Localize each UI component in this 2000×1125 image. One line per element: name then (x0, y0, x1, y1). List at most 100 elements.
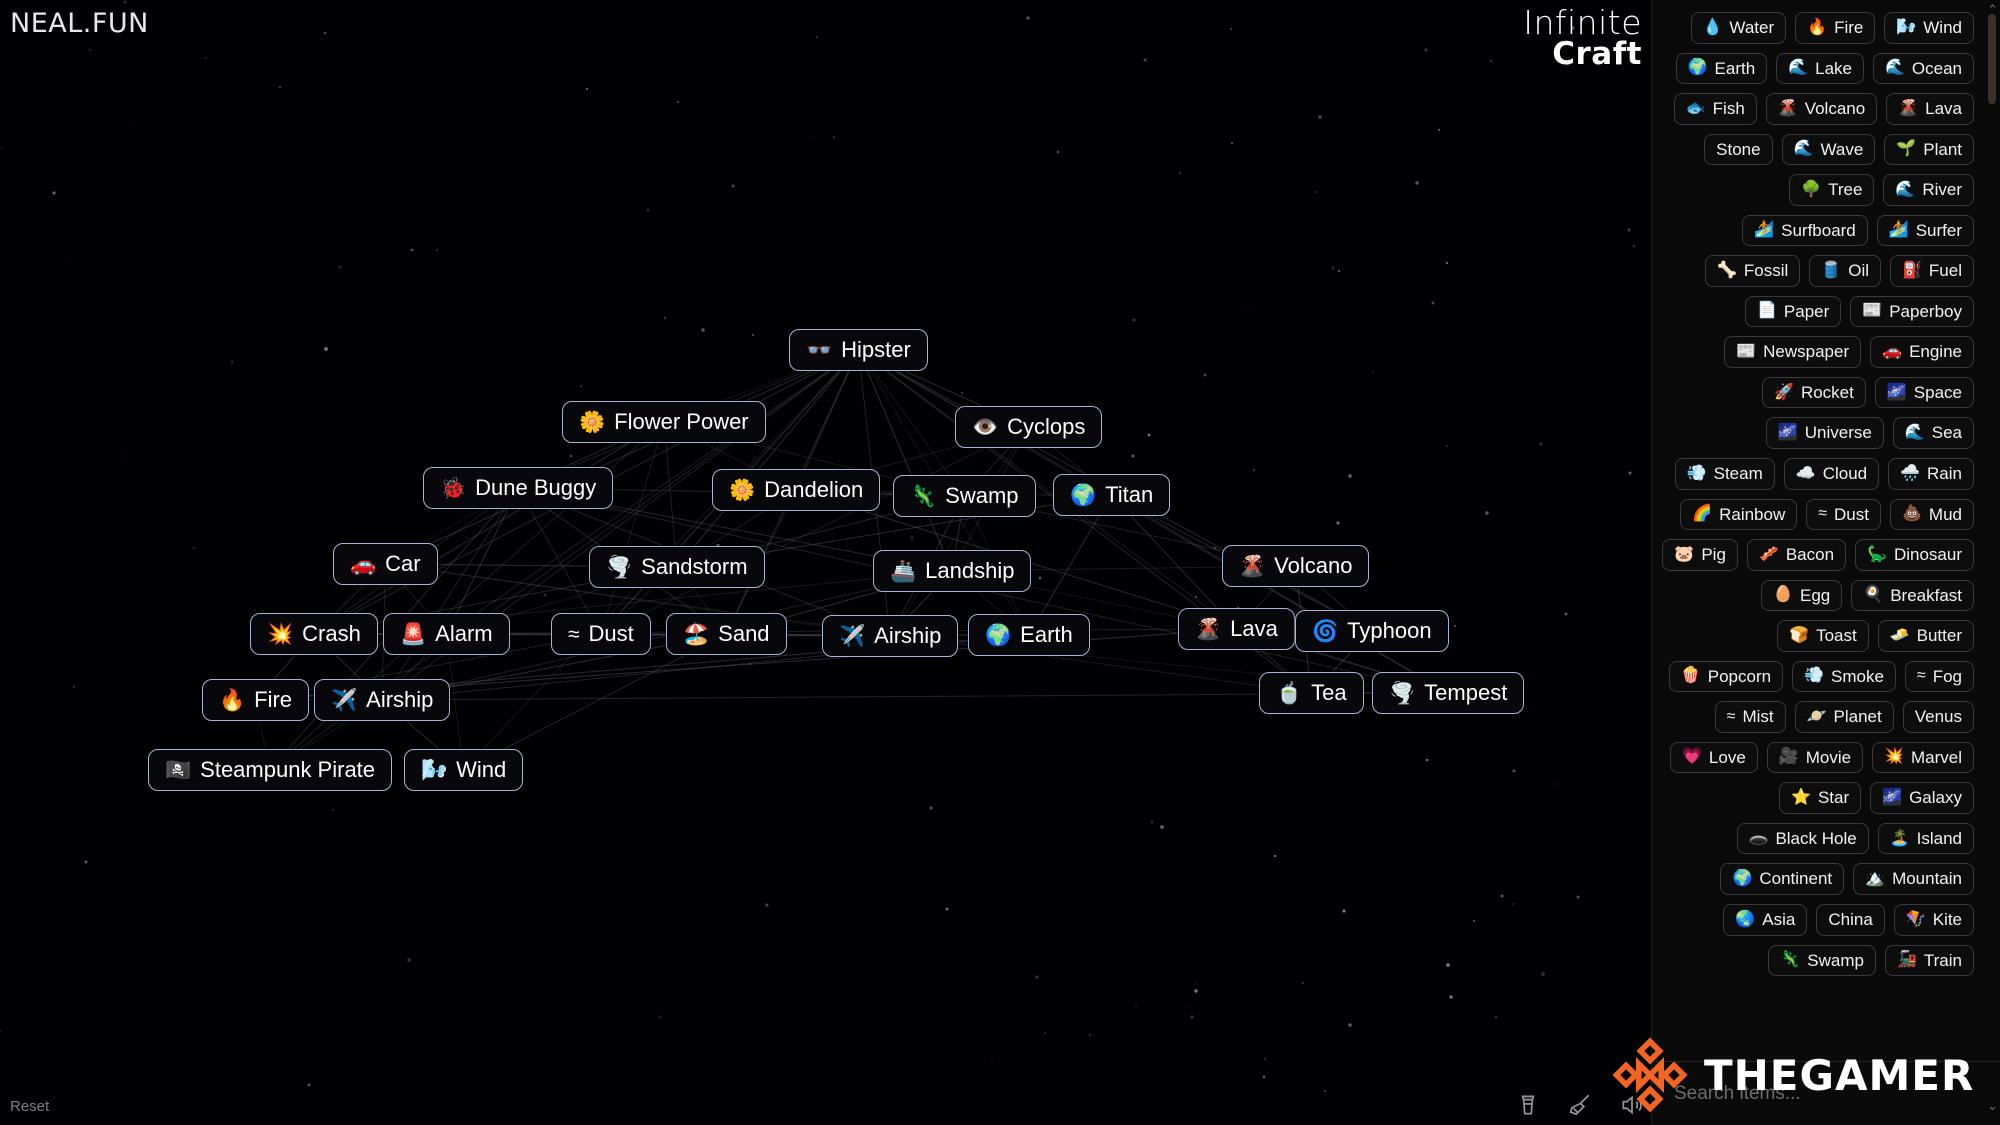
sidebar-item-black-hole[interactable]: 🕳️ Black Hole (1736, 822, 1869, 855)
sidebar-item-surfer[interactable]: 🏄 Surfer (1876, 214, 1974, 247)
sidebar-item-sea[interactable]: 🌊 Sea (1892, 417, 1974, 450)
sidebar-item-marvel[interactable]: 💥 Marvel (1872, 741, 1974, 774)
sidebar-item-train[interactable]: 🚂 Train (1884, 944, 1974, 977)
sidebar-item-breakfast[interactable]: 🍳 Breakfast (1851, 579, 1974, 612)
canvas-node-dandelion[interactable]: 🌼 Dandelion (712, 469, 881, 511)
sidebar-item-venus[interactable]: Venus (1902, 701, 1974, 733)
sidebar-item-water[interactable]: 💧 Water (1690, 12, 1787, 44)
sidebar-item-ocean[interactable]: 🌊 Ocean (1872, 52, 1974, 85)
sidebar-item-surfboard[interactable]: 🏄 Surfboard (1742, 214, 1868, 247)
reset-button[interactable]: Reset (10, 1098, 49, 1115)
canvas-node-alarm[interactable]: 🚨 Alarm (383, 613, 510, 655)
sidebar-item-volcano[interactable]: 🌋 Volcano (1765, 93, 1878, 125)
sidebar-item-mud[interactable]: 💩 Mud (1890, 498, 1974, 531)
node-label: Dust (588, 621, 634, 646)
canvas-node-wind[interactable]: 🌬️ Wind (404, 749, 524, 791)
sidebar-item-lake[interactable]: 🌊 Lake (1776, 52, 1864, 85)
sidebar-item-cloud[interactable]: ☁️ Cloud (1783, 458, 1880, 490)
sidebar-item-paper[interactable]: 📄 Paper (1745, 295, 1842, 328)
sidebar-item-swamp[interactable]: 🦎 Swamp (1768, 944, 1876, 977)
broom-icon[interactable] (1567, 1092, 1593, 1118)
canvas-node-volcano[interactable]: 🌋 Volcano (1222, 545, 1370, 587)
canvas-node-flower-power[interactable]: 🌼 Flower Power (562, 401, 766, 443)
sidebar-item-planet[interactable]: 🪐 Planet (1794, 701, 1894, 733)
sidebar-item-pig[interactable]: 🐷 Pig (1662, 539, 1738, 571)
canvas-node-typhoon[interactable]: 🌀 Typhoon (1295, 610, 1449, 652)
sidebar-item-fish[interactable]: 🐟 Fish (1673, 93, 1757, 125)
canvas-node-crash[interactable]: 💥 Crash (250, 613, 378, 655)
sidebar-item-popcorn[interactable]: 🍿 Popcorn (1668, 660, 1784, 693)
sidebar-item-river[interactable]: 🌊 River (1883, 174, 1974, 206)
sidebar-item-mist[interactable]: ≈ Mist (1714, 701, 1786, 733)
sidebar-item-toast[interactable]: 🍞 Toast (1777, 620, 1869, 652)
canvas-node-cyclops[interactable]: 👁️ Cyclops (955, 406, 1103, 448)
sidebar-item-galaxy[interactable]: 🌌 Galaxy (1870, 782, 1974, 814)
sidebar-item-rocket[interactable]: 🚀 Rocket (1762, 376, 1866, 409)
scrollbar-thumb[interactable] (1988, 14, 1996, 104)
crafting-canvas[interactable]: NEAL.FUN 👓 Hipster 🌼 Flower Power 👁️ Cyclops 🐞… (0, 0, 1651, 1125)
sidebar-item-wind[interactable]: 🌬️ Wind (1884, 12, 1974, 44)
sidebar-item-fog[interactable]: ≈ Fog (1904, 660, 1974, 693)
canvas-node-airship-1[interactable]: ✈️ Airship (314, 679, 451, 721)
canvas-node-hipster[interactable]: 👓 Hipster (789, 329, 928, 371)
sidebar-item-oil[interactable]: 🛢️ Oil (1809, 255, 1881, 287)
scrollbar-track[interactable] (1988, 14, 1996, 1024)
sidebar-item-kite[interactable]: 🪁 Kite (1893, 904, 1974, 936)
canvas-node-car[interactable]: 🚗 Car (333, 543, 438, 585)
sidebar-item-bacon[interactable]: 🥓 Bacon (1746, 539, 1847, 571)
sidebar-item-rain[interactable]: 🌧️ Rain (1888, 458, 1974, 490)
sidebar-item-island[interactable]: 🏝️ Island (1877, 822, 1974, 855)
sidebar-item-star[interactable]: ⭐ Star (1779, 782, 1862, 814)
node-emoji-icon: 🌪️ (1389, 681, 1416, 705)
sidebar-item-china[interactable]: China (1816, 904, 1885, 936)
sidebar-item-earth[interactable]: 🌍 Earth (1675, 52, 1768, 85)
scroll-up-icon[interactable]: ⌃ (1987, 2, 1998, 18)
sidebar-item-asia[interactable]: 🌏 Asia (1723, 904, 1808, 936)
coffee-icon[interactable] (1515, 1092, 1541, 1118)
canvas-node-sandstorm[interactable]: 🌪️ Sandstorm (589, 546, 765, 588)
sidebar-item-butter[interactable]: 🧈 Butter (1877, 620, 1974, 652)
sidebar-item-movie[interactable]: 🎥 Movie (1766, 741, 1864, 774)
sidebar-item-newspaper[interactable]: 📰 Newspaper (1724, 336, 1862, 368)
canvas-node-fire[interactable]: 🔥 Fire (202, 679, 310, 721)
sidebar-item-mountain[interactable]: 🏔️ Mountain (1853, 863, 1974, 896)
sidebar-item-tree[interactable]: 🌳 Tree (1789, 174, 1875, 206)
canvas-node-dune-buggy[interactable]: 🐞 Dune Buggy (423, 467, 614, 509)
canvas-node-steampunk-pirate[interactable]: 🏴‍☠️ Steampunk Pirate (148, 749, 393, 791)
canvas-node-tea[interactable]: 🍵 Tea (1259, 672, 1364, 714)
sidebar-item-dust[interactable]: ≈ Dust (1806, 498, 1881, 531)
canvas-node-sand[interactable]: 🏖️ Sand (666, 613, 787, 655)
sidebar-item-engine[interactable]: 🚗 Engine (1870, 336, 1974, 368)
sidebar-item-paperboy[interactable]: 📰 Paperboy (1850, 295, 1974, 328)
node-label: Airship (874, 623, 942, 648)
sidebar-item-lava[interactable]: 🌋 Lava (1886, 93, 1974, 125)
sidebar-item-plant[interactable]: 🌱 Plant (1884, 133, 1974, 166)
sidebar-item-rainbow[interactable]: 🌈 Rainbow (1680, 498, 1798, 531)
canvas-node-lava[interactable]: 🌋 Lava (1178, 608, 1295, 650)
canvas-node-swamp[interactable]: 🦎 Swamp (893, 475, 1036, 517)
sidebar-item-love[interactable]: 💗 Love (1669, 741, 1758, 774)
sidebar-item-space[interactable]: 🌌 Space (1874, 376, 1974, 409)
sidebar-item-egg[interactable]: 🥚 Egg (1761, 579, 1843, 612)
canvas-node-dust[interactable]: ≈ Dust (551, 613, 651, 655)
sidebar-item-emoji-icon: ≈ (1916, 667, 1926, 685)
sidebar-item-wave[interactable]: 🌊 Wave (1781, 133, 1876, 166)
sidebar-item-smoke[interactable]: 💨 Smoke (1792, 660, 1896, 693)
sidebar-item-stone[interactable]: Stone (1704, 133, 1773, 166)
sidebar-item-fire[interactable]: 🔥 Fire (1795, 12, 1876, 44)
sidebar-item-dinosaur[interactable]: 🦕 Dinosaur (1855, 539, 1974, 571)
canvas-node-earth[interactable]: 🌍 Earth (968, 614, 1090, 656)
sidebar-item-fossil[interactable]: 🦴 Fossil (1704, 255, 1801, 287)
sidebar-item-fuel[interactable]: ⛽ Fuel (1890, 255, 1974, 287)
sidebar-item-universe[interactable]: 🌌 Universe (1765, 417, 1884, 450)
canvas-node-landship[interactable]: 🚢 Landship (873, 550, 1032, 592)
sidebar-item-continent[interactable]: 🌍 Continent (1720, 863, 1845, 896)
node-label: Hipster (841, 337, 911, 362)
canvas-node-titan[interactable]: 🌍 Titan (1053, 474, 1171, 516)
sidebar-item-emoji-icon: 💧 (1702, 18, 1723, 36)
canvas-node-airship-2[interactable]: ✈️ Airship (822, 615, 959, 657)
sidebar-item-emoji-icon: 🥓 (1758, 545, 1779, 563)
sidebar-item-steam[interactable]: 💨 Steam (1674, 458, 1775, 490)
neal-fun-logo[interactable]: NEAL.FUN (10, 8, 149, 39)
canvas-node-tempest[interactable]: 🌪️ Tempest (1372, 672, 1525, 714)
